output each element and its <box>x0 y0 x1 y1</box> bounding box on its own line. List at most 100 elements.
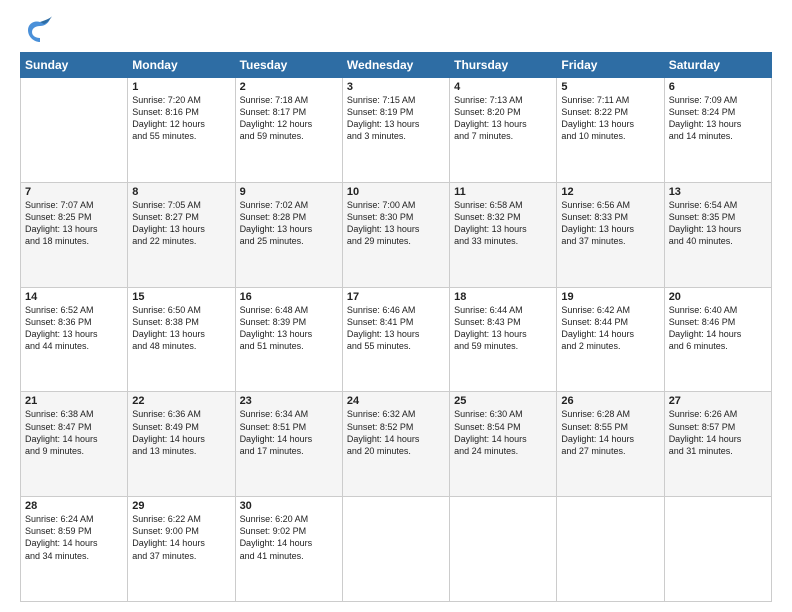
calendar-cell: 11Sunrise: 6:58 AMSunset: 8:32 PMDayligh… <box>450 182 557 287</box>
cell-line: Daylight: 12 hours <box>132 118 230 130</box>
calendar-cell: 19Sunrise: 6:42 AMSunset: 8:44 PMDayligh… <box>557 287 664 392</box>
cell-line: Daylight: 14 hours <box>132 537 230 549</box>
page: SundayMondayTuesdayWednesdayThursdayFrid… <box>0 0 792 612</box>
day-number: 25 <box>454 395 552 407</box>
cell-line: Sunrise: 6:56 AM <box>561 199 659 211</box>
cell-line: Daylight: 14 hours <box>454 433 552 445</box>
cell-line: and 20 minutes. <box>347 445 445 457</box>
cell-line: Sunset: 8:30 PM <box>347 211 445 223</box>
cell-line: Sunset: 8:32 PM <box>454 211 552 223</box>
cell-line: Sunset: 8:17 PM <box>240 106 338 118</box>
cell-line: Daylight: 13 hours <box>669 223 767 235</box>
cell-line: Sunrise: 7:13 AM <box>454 94 552 106</box>
cell-line: Sunset: 8:55 PM <box>561 421 659 433</box>
cell-line: Sunrise: 6:28 AM <box>561 408 659 420</box>
day-number: 15 <box>132 291 230 303</box>
cell-line: Sunrise: 6:32 AM <box>347 408 445 420</box>
cell-line: and 2 minutes. <box>561 340 659 352</box>
cell-line: Sunrise: 6:20 AM <box>240 513 338 525</box>
cell-content: Sunrise: 6:56 AMSunset: 8:33 PMDaylight:… <box>561 199 659 248</box>
cell-line: Sunset: 8:35 PM <box>669 211 767 223</box>
cell-line: and 6 minutes. <box>669 340 767 352</box>
cell-content: Sunrise: 6:28 AMSunset: 8:55 PMDaylight:… <box>561 408 659 457</box>
cell-line: Daylight: 13 hours <box>240 223 338 235</box>
day-number: 22 <box>132 395 230 407</box>
cell-line: Sunset: 8:51 PM <box>240 421 338 433</box>
day-number: 5 <box>561 81 659 93</box>
calendar-cell <box>342 497 449 602</box>
cell-line: and 37 minutes. <box>132 550 230 562</box>
cell-content: Sunrise: 7:15 AMSunset: 8:19 PMDaylight:… <box>347 94 445 143</box>
cell-line: and 7 minutes. <box>454 130 552 142</box>
calendar-cell: 10Sunrise: 7:00 AMSunset: 8:30 PMDayligh… <box>342 182 449 287</box>
day-number: 6 <box>669 81 767 93</box>
cell-line: Daylight: 14 hours <box>347 433 445 445</box>
cell-line: and 41 minutes. <box>240 550 338 562</box>
cell-line: Daylight: 13 hours <box>454 118 552 130</box>
cell-content: Sunrise: 6:22 AMSunset: 9:00 PMDaylight:… <box>132 513 230 562</box>
cell-content: Sunrise: 6:44 AMSunset: 8:43 PMDaylight:… <box>454 304 552 353</box>
header <box>20 16 772 44</box>
day-number: 29 <box>132 500 230 512</box>
calendar-cell: 9Sunrise: 7:02 AMSunset: 8:28 PMDaylight… <box>235 182 342 287</box>
cell-content: Sunrise: 6:52 AMSunset: 8:36 PMDaylight:… <box>25 304 123 353</box>
cell-line: Sunrise: 7:18 AM <box>240 94 338 106</box>
cell-line: Daylight: 14 hours <box>240 537 338 549</box>
cell-line: and 9 minutes. <box>25 445 123 457</box>
cell-line: Sunset: 8:52 PM <box>347 421 445 433</box>
day-number: 27 <box>669 395 767 407</box>
day-number: 19 <box>561 291 659 303</box>
calendar-cell <box>450 497 557 602</box>
cell-line: and 51 minutes. <box>240 340 338 352</box>
cell-line: Sunrise: 7:07 AM <box>25 199 123 211</box>
cell-line: and 18 minutes. <box>25 235 123 247</box>
calendar-cell: 7Sunrise: 7:07 AMSunset: 8:25 PMDaylight… <box>21 182 128 287</box>
cell-line: Sunset: 8:47 PM <box>25 421 123 433</box>
cell-line: Sunrise: 6:34 AM <box>240 408 338 420</box>
cell-line: Sunrise: 7:11 AM <box>561 94 659 106</box>
day-number: 21 <box>25 395 123 407</box>
cell-line: Sunset: 8:25 PM <box>25 211 123 223</box>
calendar-header-row: SundayMondayTuesdayWednesdayThursdayFrid… <box>21 53 772 78</box>
cell-line: and 59 minutes. <box>454 340 552 352</box>
cell-content: Sunrise: 6:26 AMSunset: 8:57 PMDaylight:… <box>669 408 767 457</box>
day-number: 10 <box>347 186 445 198</box>
cell-line: and 10 minutes. <box>561 130 659 142</box>
calendar-cell: 23Sunrise: 6:34 AMSunset: 8:51 PMDayligh… <box>235 392 342 497</box>
cell-line: and 29 minutes. <box>347 235 445 247</box>
day-number: 4 <box>454 81 552 93</box>
cell-line: and 55 minutes. <box>132 130 230 142</box>
cell-line: Sunset: 8:27 PM <box>132 211 230 223</box>
cell-line: and 48 minutes. <box>132 340 230 352</box>
calendar-cell: 25Sunrise: 6:30 AMSunset: 8:54 PMDayligh… <box>450 392 557 497</box>
cell-line: and 31 minutes. <box>669 445 767 457</box>
calendar-cell: 20Sunrise: 6:40 AMSunset: 8:46 PMDayligh… <box>664 287 771 392</box>
calendar-week-row: 28Sunrise: 6:24 AMSunset: 8:59 PMDayligh… <box>21 497 772 602</box>
calendar-day-header: Saturday <box>664 53 771 78</box>
cell-line: Sunset: 8:20 PM <box>454 106 552 118</box>
cell-line: Daylight: 13 hours <box>240 328 338 340</box>
cell-content: Sunrise: 6:46 AMSunset: 8:41 PMDaylight:… <box>347 304 445 353</box>
cell-line: Sunset: 8:44 PM <box>561 316 659 328</box>
cell-line: Daylight: 14 hours <box>561 328 659 340</box>
calendar-cell <box>664 497 771 602</box>
cell-content: Sunrise: 7:05 AMSunset: 8:27 PMDaylight:… <box>132 199 230 248</box>
calendar-cell: 14Sunrise: 6:52 AMSunset: 8:36 PMDayligh… <box>21 287 128 392</box>
cell-content: Sunrise: 6:58 AMSunset: 8:32 PMDaylight:… <box>454 199 552 248</box>
calendar-cell: 17Sunrise: 6:46 AMSunset: 8:41 PMDayligh… <box>342 287 449 392</box>
calendar-table: SundayMondayTuesdayWednesdayThursdayFrid… <box>20 52 772 602</box>
cell-line: Sunrise: 6:50 AM <box>132 304 230 316</box>
cell-line: Daylight: 13 hours <box>347 118 445 130</box>
cell-line: Daylight: 12 hours <box>240 118 338 130</box>
calendar-day-header: Thursday <box>450 53 557 78</box>
cell-line: Sunset: 8:49 PM <box>132 421 230 433</box>
cell-line: Sunset: 8:36 PM <box>25 316 123 328</box>
cell-line: Sunset: 8:16 PM <box>132 106 230 118</box>
cell-line: Sunset: 8:19 PM <box>347 106 445 118</box>
cell-line: Sunrise: 6:38 AM <box>25 408 123 420</box>
cell-line: and 55 minutes. <box>347 340 445 352</box>
cell-line: and 24 minutes. <box>454 445 552 457</box>
cell-line: Sunrise: 6:48 AM <box>240 304 338 316</box>
calendar-cell: 8Sunrise: 7:05 AMSunset: 8:27 PMDaylight… <box>128 182 235 287</box>
cell-content: Sunrise: 6:32 AMSunset: 8:52 PMDaylight:… <box>347 408 445 457</box>
